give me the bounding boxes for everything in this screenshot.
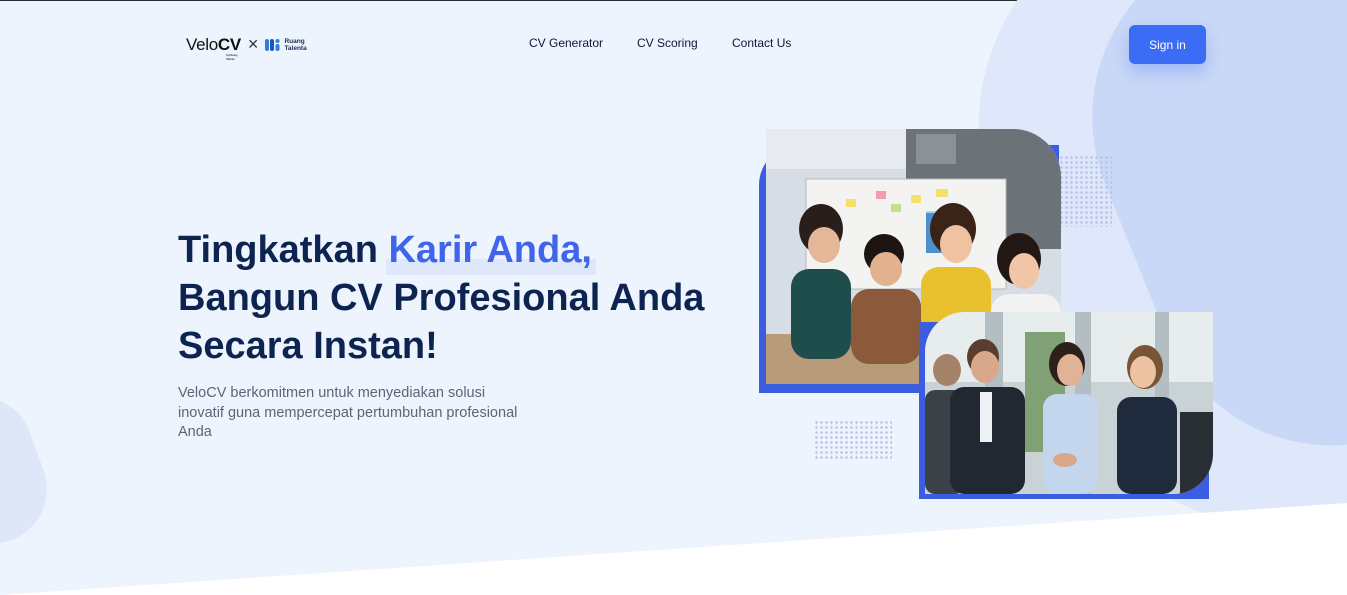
logo-tagline: by Ruang Talenta — [226, 52, 238, 61]
nav-link-cv-scoring[interactable]: CV Scoring — [637, 36, 698, 50]
ruang-talenta-icon — [265, 38, 280, 51]
collaboration-x-icon: × — [247, 34, 259, 54]
nav-link-cv-generator[interactable]: CV Generator — [529, 36, 603, 50]
title-line-2: Bangun CV Profesional Anda — [178, 277, 705, 319]
hero-description: VeloCV berkomitmen untuk menyediakan sol… — [178, 385, 518, 440]
sign-in-button[interactable]: Sign in — [1129, 25, 1206, 64]
ruang-talenta-logo: Ruang Talenta — [265, 38, 307, 52]
brand-logo[interactable]: VeloCV by Ruang Talenta × Ruang Talenta — [186, 34, 307, 61]
handshake-image — [925, 312, 1213, 494]
handshake-photo — [925, 312, 1213, 494]
title-highlight: Karir Anda, — [386, 229, 596, 275]
navbar: VeloCV by Ruang Talenta × Ruang Talenta CV… — [0, 0, 1347, 90]
hero-title: Tingkatkan Karir Anda, Bangun CV Profesi… — [178, 226, 704, 370]
nav-link-contact-us[interactable]: Contact Us — [732, 36, 791, 50]
dot-pattern-bottom — [814, 420, 892, 460]
velocv-logo: VeloCV by Ruang Talenta — [186, 34, 241, 61]
title-line-3: Secara Instan! — [178, 325, 438, 367]
